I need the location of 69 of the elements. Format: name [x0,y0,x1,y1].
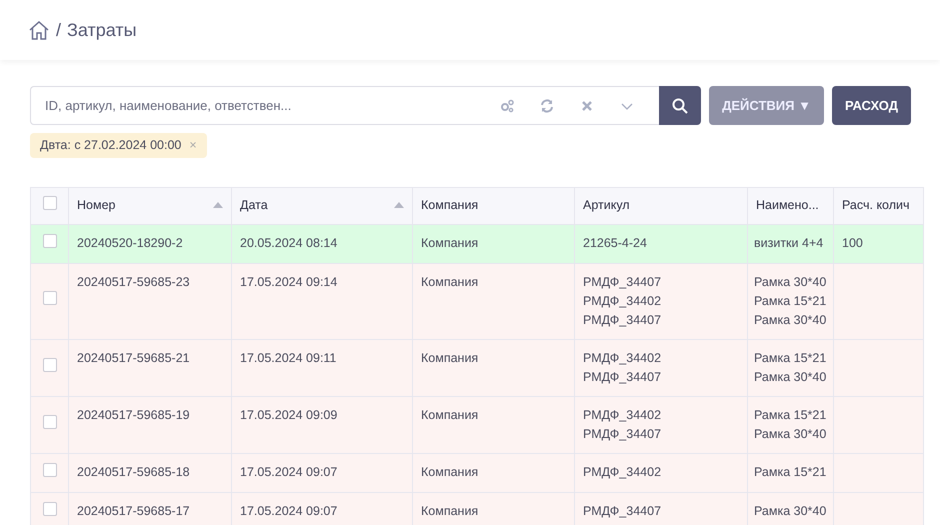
table-cell-text: 20240517-59685-23 [77,274,190,291]
table-cell-text: Компания [421,350,478,367]
table-cell-text: Рамка 30*40 [754,368,826,386]
table-cell-text: Рамка 15*21 [754,406,826,424]
table-cell-text: 100 [842,234,863,252]
table-cell-text: 17.05.2024 09:14 [240,274,338,291]
table-cell-text: Рамка 30*40 [754,312,826,329]
table-cell-text: РМДФ_34407 [583,426,662,443]
sort-arrow-icon[interactable] [394,202,404,208]
gears-icon[interactable] [500,98,514,112]
page-title: Затраты [67,18,137,42]
table-cell-text: РМДФ_34407 [583,312,662,329]
search-bar[interactable]: ID, артикул, наименование, ответствен... [30,86,659,125]
table-cell-text: 20240517-59685-18 [77,464,190,481]
row-checkbox[interactable] [42,502,56,516]
table-row[interactable]: 20240517-59685-18 17.05.2024 09:07 Компания РМДФ_34402 Рамка 15*21 [30,453,924,492]
column-header[interactable]: Дата [240,198,268,212]
breadcrumb-separator: / [56,18,62,42]
table-cell-text: Компания [421,502,478,520]
row-checkbox[interactable] [42,234,56,248]
table-cell-text: Рамка 15*21 [754,292,826,310]
table-cell-text: 20.05.2024 08:14 [240,234,338,252]
row-checkbox[interactable] [42,291,56,306]
table-cell-text: 20240517-59685-19 [77,406,190,424]
clear-icon[interactable] [580,98,594,112]
table-cell-text: 20240520-18290-2 [77,234,183,252]
expense-button[interactable]: РАСХОД [832,86,911,125]
table-row[interactable]: 20240517-59685-21 17.05.2024 09:11 Компания РМДФ_34402 РМДФ_34407 Рамка 15*21 Рамка 30*40 [30,339,924,396]
refresh-icon[interactable] [540,98,554,112]
column-header[interactable]: Номер [77,198,116,212]
table-row[interactable]: 20240517-59685-23 17.05.2024 09:14 Компания РМДФ_34407 РМДФ_34402 РМДФ_34407 Рамка 30*40 Рамка 15*21 Рамка 30*40 [30,263,924,340]
table-cell-text: Рамка 30*40 [754,426,826,443]
table-cell-text: Компания [421,234,478,252]
table-row[interactable]: 20240517-59685-19 17.05.2024 09:09 Компания РМДФ_34402 РМДФ_34407 Рамка 15*21 Рамка 30*40 [30,396,924,454]
row-checkbox[interactable] [42,358,56,372]
table-cell-text: РМДФ_34402 [583,406,662,424]
table-cell-text: 20240517-59685-17 [77,502,190,520]
table-cell-text: 17.05.2024 09:07 [240,464,338,481]
table-row[interactable]: 20240517-59685-17 17.05.2024 09:07 Компания РМДФ_34407 Рамка 30*40 [30,492,924,525]
table-cell-text: Компания [421,406,478,424]
table-cell-text: Рамка 30*40 [754,274,826,291]
table-cell-text: 21265-4-24 [583,234,647,252]
row-checkbox[interactable] [42,414,56,429]
table-row[interactable]: 20240520-18290-2 20.05.2024 08:14 Компания 21265-4-24 визитки 4+4 100 [30,224,924,264]
table-cell-text: 20240517-59685-21 [77,350,190,367]
row-checkbox[interactable] [42,462,56,477]
table-cell-text: 17.05.2024 09:11 [240,350,336,367]
search-button[interactable] [658,86,702,125]
sort-arrow-icon[interactable] [213,202,223,208]
table-cell-text: РМДФ_34402 [583,350,662,367]
table-cell-text: РМДФ_34407 [583,274,662,291]
select-all-checkbox[interactable] [42,196,56,210]
table-cell-text: Рамка 15*21 [754,464,826,481]
table-cell-text: 17.05.2024 09:07 [240,502,338,520]
filter-label: Двта: с 27.02.2024 00:00 [40,137,182,154]
table-cell-text: РМДФ_34402 [583,292,662,310]
table-cell-text: Рамка 15*21 [754,350,826,367]
table-cell-text: РМДФ_34407 [583,502,662,520]
table-cell-text: Компания [421,274,478,291]
column-header[interactable]: Артикул [583,198,630,212]
table-cell-text: РМДФ_34402 [583,464,662,481]
search-icon [672,98,688,114]
table-cell-text: Рамка 30*40 [754,502,826,520]
table-cell-text: визитки 4+4 [754,234,824,252]
column-header[interactable]: Компания [421,198,478,212]
table-cell-text: Компания [421,464,478,481]
table-cell-text: 17.05.2024 09:09 [240,406,338,424]
table-cell-text: РМДФ_34407 [583,368,662,386]
home-icon[interactable] [28,20,50,40]
